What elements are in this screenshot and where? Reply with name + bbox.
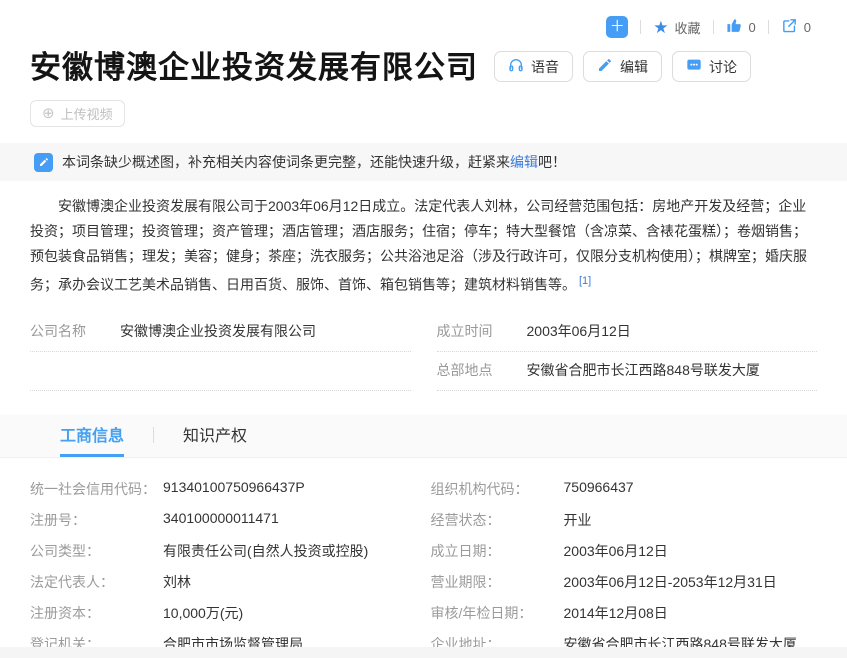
voice-label: 语音 (531, 57, 559, 77)
chat-icon (686, 57, 702, 76)
divider (153, 427, 154, 443)
divider (713, 20, 714, 34)
notice-edit-link[interactable]: 编辑 (510, 154, 538, 170)
star-icon: ★ (653, 19, 668, 36)
hq-value: 安徽省合肥市长江西路848号联发大厦 (527, 360, 760, 380)
favorite-button[interactable]: ★ 收藏 (653, 18, 700, 37)
circle-plus-icon: ⊕ (42, 106, 55, 121)
hq-label: 总部地点 (437, 360, 527, 380)
share-button[interactable]: 0 (781, 17, 811, 37)
header-buttons: 语音 编辑 讨论 (494, 51, 751, 82)
upload-video-button[interactable]: ⊕ 上传视频 (30, 100, 125, 127)
field-label: 注册号： (30, 510, 163, 530)
business-info-right-column: 组织机构代码： 750966437 经营状态： 开业 成立日期： 2003年06… (431, 474, 818, 658)
table-row: 成立日期： 2003年06月12日 (431, 536, 818, 567)
basic-info-card: 公司名称 安徽博澳企业投资发展有限公司 成立时间 2003年06月12日 总部地… (30, 313, 817, 391)
share-icon (781, 17, 798, 37)
notice-text-after: 吧！ (538, 154, 566, 170)
summary-text: 安徽博澳企业投资发展有限公司于2003年06月12日成立。法定代表人刘林，公司经… (30, 198, 807, 293)
field-value: 91340100750966437P (163, 479, 305, 499)
add-icon[interactable]: ＋ (606, 16, 628, 38)
notice-bar: 本词条缺少概述图，补充相关内容使词条更完整，还能快速升级，赶紧来编辑吧！ (0, 143, 847, 181)
notice-text: 本词条缺少概述图，补充相关内容使词条更完整，还能快速升级，赶紧来编辑吧！ (62, 152, 566, 172)
edit-pencil-icon (34, 153, 53, 172)
business-info-left-column: 统一社会信用代码： 91340100750966437P 注册号： 340100… (30, 474, 417, 658)
summary-paragraph: 安徽博澳企业投资发展有限公司于2003年06月12日成立。法定代表人刘林，公司经… (30, 194, 817, 298)
company-name-label: 公司名称 (30, 321, 120, 341)
reference-link[interactable]: [1] (579, 275, 591, 287)
business-info-columns: 统一社会信用代码： 91340100750966437P 注册号： 340100… (30, 474, 817, 658)
table-row: 法定代表人： 刘林 (30, 567, 417, 598)
table-row: 统一社会信用代码： 91340100750966437P (30, 474, 417, 505)
notice-text-before: 本词条缺少概述图，补充相关内容使词条更完整，还能快速升级，赶紧来 (62, 154, 510, 170)
discuss-label: 讨论 (709, 57, 737, 77)
tab-intellectual-property[interactable]: 知识产权 (183, 422, 247, 457)
founded-label: 成立时间 (437, 321, 527, 341)
field-label: 审核/年检日期： (431, 603, 564, 623)
basic-info-grid: 公司名称 安徽博澳企业投资发展有限公司 成立时间 2003年06月12日 总部地… (30, 313, 817, 391)
bottom-divider (0, 647, 847, 658)
field-value: 刘林 (163, 572, 191, 592)
field-value: 10,000万(元) (163, 603, 243, 623)
table-row: 审核/年检日期： 2014年12月08日 (431, 598, 818, 629)
pencil-icon (597, 57, 613, 76)
field-label: 公司类型： (30, 541, 163, 561)
title-row: 安徽博澳企业投资发展有限公司 语音 编辑 讨论 (30, 42, 817, 87)
company-name-row: 公司名称 安徽博澳企业投资发展有限公司 (30, 313, 411, 352)
founded-row: 成立时间 2003年06月12日 (437, 313, 818, 352)
tab-business-info[interactable]: 工商信息 (60, 422, 124, 457)
like-count: 0 (749, 20, 756, 35)
field-label: 营业期限： (431, 572, 564, 592)
field-label: 注册资本： (30, 603, 163, 623)
share-count: 0 (804, 20, 811, 35)
favorite-label: 收藏 (675, 18, 701, 37)
field-value: 340100000011471 (163, 510, 279, 530)
table-row: 公司类型： 有限责任公司(自然人投资或控股) (30, 536, 417, 567)
like-button[interactable]: 0 (726, 17, 756, 37)
field-label: 成立日期： (431, 541, 564, 561)
top-action-bar: ＋ ★ 收藏 0 0 (30, 0, 817, 38)
field-value: 2003年06月12日 (564, 541, 668, 561)
edit-button[interactable]: 编辑 (583, 51, 662, 82)
field-label: 组织机构代码： (431, 479, 564, 499)
field-label: 经营状态： (431, 510, 564, 530)
upload-video-label: 上传视频 (61, 104, 113, 123)
table-row: 经营状态： 开业 (431, 505, 818, 536)
voice-button[interactable]: 语音 (494, 51, 573, 82)
thumbs-up-icon (726, 17, 743, 37)
hq-row: 总部地点 安徽省合肥市长江西路848号联发大厦 (437, 352, 818, 391)
founded-value: 2003年06月12日 (527, 321, 631, 341)
page-title: 安徽博澳企业投资发展有限公司 (30, 42, 478, 87)
field-label: 统一社会信用代码： (30, 479, 163, 499)
field-label: 法定代表人： (30, 572, 163, 592)
field-value: 开业 (564, 510, 592, 530)
table-row: 注册号： 340100000011471 (30, 505, 417, 536)
company-name-value: 安徽博澳企业投资发展有限公司 (120, 321, 316, 341)
divider (768, 20, 769, 34)
entry-page: ＋ ★ 收藏 0 0 安徽博澳企业投资发展有限公司 (0, 0, 847, 658)
discuss-button[interactable]: 讨论 (672, 51, 751, 82)
headphones-icon (508, 57, 524, 76)
table-row: 营业期限： 2003年06月12日-2053年12月31日 (431, 567, 818, 598)
divider (640, 20, 641, 34)
tab-bar: 工商信息 知识产权 (0, 415, 847, 458)
business-info-section: 统一社会信用代码： 91340100750966437P 注册号： 340100… (30, 474, 817, 658)
edit-label: 编辑 (620, 57, 648, 77)
table-row: 注册资本： 10,000万(元) (30, 598, 417, 629)
field-value: 2003年06月12日-2053年12月31日 (564, 572, 777, 592)
empty-cell (30, 352, 411, 391)
field-value: 2014年12月08日 (564, 603, 668, 623)
field-value: 750966437 (564, 479, 634, 499)
table-row: 组织机构代码： 750966437 (431, 474, 818, 505)
field-value: 有限责任公司(自然人投资或控股) (163, 541, 368, 561)
